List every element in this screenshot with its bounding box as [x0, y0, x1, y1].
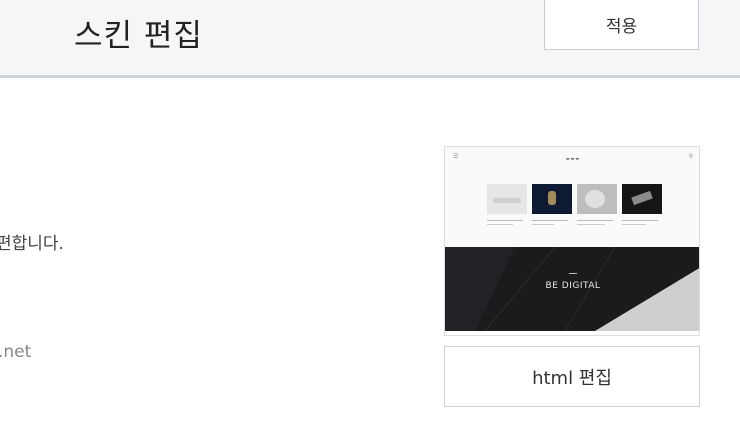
page-title: 스킨 편집 — [74, 18, 203, 54]
preview-thumbnail-2 — [532, 184, 572, 214]
caption-line — [577, 220, 613, 221]
editor-header: 스킨 편집 적용 — [0, 0, 740, 78]
preview-top-section: ☰ ⚲ ▬▬▬ — [445, 147, 699, 247]
mini-logo: ▬▬▬ — [565, 156, 581, 161]
caption-line — [622, 220, 658, 221]
hero-dash — [569, 273, 577, 274]
preview-thumbnail-4 — [622, 184, 662, 214]
hero-tagline: BE DIGITAL — [545, 281, 601, 291]
preview-thumbnail-3 — [577, 184, 617, 214]
apply-button[interactable]: 적용 — [544, 0, 699, 50]
html-edit-button[interactable]: html 편집 — [444, 346, 700, 407]
caption-line — [487, 220, 523, 221]
skin-preview-thumbnail: ☰ ⚲ ▬▬▬ BE DIGITAL — [444, 146, 700, 336]
preview-hero-banner: BE DIGITAL — [445, 247, 699, 331]
caption-line — [487, 224, 513, 225]
preview-thumbnail-1 — [487, 184, 527, 214]
caption-line — [532, 224, 554, 225]
skin-description-text: 편합니다. — [0, 234, 64, 254]
caption-line — [577, 224, 605, 225]
caption-line — [532, 220, 568, 221]
caption-line — [622, 224, 646, 225]
blog-domain-text: .net — [0, 342, 32, 362]
